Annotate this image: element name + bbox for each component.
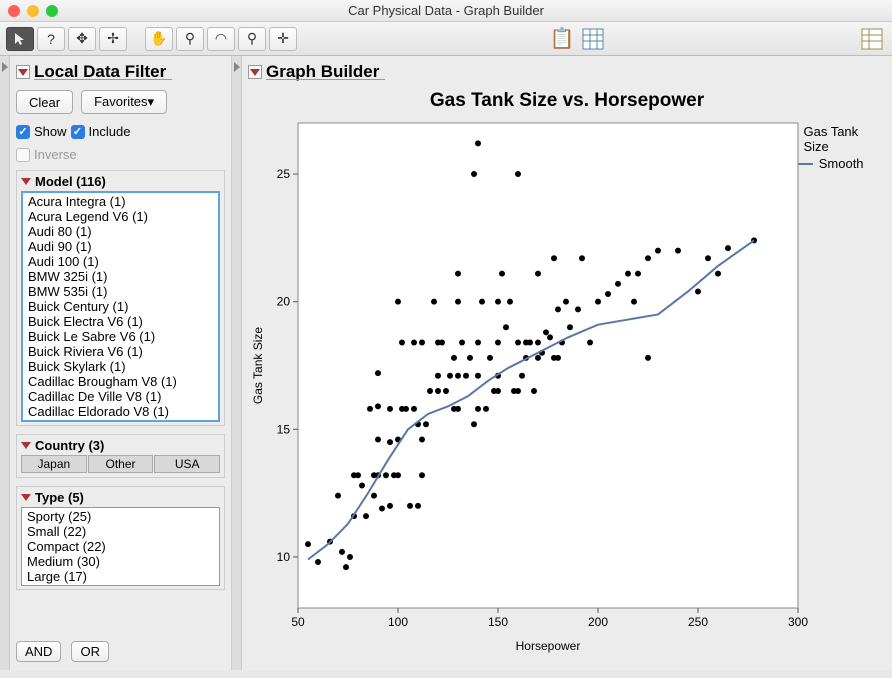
svg-text:250: 250 xyxy=(688,615,708,629)
plot-collapse-handle[interactable] xyxy=(232,56,242,670)
or-button[interactable]: OR xyxy=(71,641,109,662)
show-checkbox[interactable]: ✓ xyxy=(16,125,30,139)
list-item[interactable]: BMW 535i (1) xyxy=(26,284,215,299)
arrow-tool-icon[interactable] xyxy=(6,27,34,51)
traffic-lights xyxy=(8,5,58,17)
crosshair-tool-icon[interactable]: ✛ xyxy=(269,27,297,51)
svg-text:10: 10 xyxy=(277,550,291,564)
move-tool-icon[interactable]: ✢ xyxy=(99,27,127,51)
hand-tool-icon[interactable]: ✋ xyxy=(145,27,173,51)
type-filter-panel: Type (5) Sporty (25)Small (22)Compact (2… xyxy=(16,486,225,590)
type-list[interactable]: Sporty (25)Small (22)Compact (22)Medium … xyxy=(21,507,220,586)
list-item[interactable]: Medium (30) xyxy=(25,554,216,569)
chevron-right-icon xyxy=(234,62,240,72)
disclosure-icon xyxy=(250,69,260,76)
country-button[interactable]: USA xyxy=(154,455,220,473)
country-button[interactable]: Other xyxy=(88,455,154,473)
svg-text:Horsepower: Horsepower xyxy=(516,639,581,653)
svg-text:100: 100 xyxy=(388,615,408,629)
chart-area[interactable]: 50 100 150 200 250 300 10 15 20 25 Horsepower Gas T… xyxy=(248,118,886,666)
disclosure-icon xyxy=(18,69,28,76)
pan-tool-icon[interactable]: ✥ xyxy=(68,27,96,51)
disclosure-icon xyxy=(21,178,31,185)
country-filter-header[interactable]: Country (3) xyxy=(21,438,220,453)
list-item[interactable]: Buick Skylark (1) xyxy=(26,359,215,374)
list-item[interactable]: Acura Integra (1) xyxy=(26,194,215,209)
disclosure-icon xyxy=(21,494,31,501)
main-toolbar: ? ✥ ✢ ✋ ⚲ ◠ ⚲ ✛ 📋 xyxy=(0,22,892,56)
clear-button[interactable]: Clear xyxy=(16,90,73,114)
svg-text:Gas Tank Size: Gas Tank Size xyxy=(251,327,265,404)
svg-text:300: 300 xyxy=(788,615,808,629)
list-item[interactable]: Audi 100 (1) xyxy=(26,254,215,269)
list-item[interactable]: Cadillac Eldorado V8 (1) xyxy=(26,404,215,419)
data-table-icon[interactable] xyxy=(579,25,607,53)
country-filter-panel: Country (3) JapanOtherUSA xyxy=(16,434,225,478)
list-item[interactable]: BMW 325i (1) xyxy=(26,269,215,284)
brush-tool-icon[interactable]: ⚲ xyxy=(176,27,204,51)
list-item[interactable]: Sporty (25) xyxy=(25,509,216,524)
window-title: Car Physical Data - Graph Builder xyxy=(0,3,892,18)
sidebar-collapse-handle[interactable] xyxy=(0,56,10,670)
help-tool-icon[interactable]: ? xyxy=(37,27,65,51)
show-label: Show xyxy=(34,124,67,139)
svg-text:50: 50 xyxy=(291,615,305,629)
list-item[interactable]: Compact (22) xyxy=(25,539,216,554)
list-item[interactable]: Cadillac De Ville V8 (1) xyxy=(26,389,215,404)
list-item[interactable]: Buick Century (1) xyxy=(26,299,215,314)
table-right-icon[interactable] xyxy=(858,25,886,53)
inverse-label: Inverse xyxy=(34,147,77,162)
include-checkbox[interactable]: ✓ xyxy=(71,125,85,139)
favorites-button[interactable]: Favorites▾ xyxy=(81,90,167,114)
graph-builder-panel: Graph Builder Gas Tank Size vs. Horsepow… xyxy=(242,56,892,670)
local-data-filter-panel: Local Data Filter Clear Favorites▾ ✓ Sho… xyxy=(10,56,232,670)
list-item[interactable]: Buick Riviera V6 (1) xyxy=(26,344,215,359)
scatter-plot[interactable]: 50 100 150 200 250 300 10 15 20 25 Horsepower Gas T… xyxy=(248,118,808,678)
inverse-checkbox[interactable] xyxy=(16,148,30,162)
local-data-filter-header[interactable]: Local Data Filter xyxy=(16,62,225,82)
recall-icon[interactable]: 📋 xyxy=(548,25,576,53)
svg-text:200: 200 xyxy=(588,615,608,629)
window-titlebar: Car Physical Data - Graph Builder xyxy=(0,0,892,22)
list-item[interactable]: Large (17) xyxy=(25,569,216,584)
type-title: Type (5) xyxy=(35,490,84,505)
list-item[interactable]: Buick Electra V6 (1) xyxy=(26,314,215,329)
lasso-tool-icon[interactable]: ◠ xyxy=(207,27,235,51)
country-title: Country (3) xyxy=(35,438,104,453)
graph-builder-title: Graph Builder xyxy=(266,62,379,82)
svg-text:20: 20 xyxy=(277,295,291,309)
include-label: Include xyxy=(89,124,131,139)
list-item[interactable]: Audi 80 (1) xyxy=(26,224,215,239)
main-content: Local Data Filter Clear Favorites▾ ✓ Sho… xyxy=(0,56,892,670)
list-item[interactable]: Acura Legend V6 (1) xyxy=(26,209,215,224)
and-button[interactable]: AND xyxy=(16,641,61,662)
local-data-filter-title: Local Data Filter xyxy=(34,62,166,82)
chevron-right-icon xyxy=(2,62,8,72)
model-filter-panel: Model (116) Acura Integra (1)Acura Legen… xyxy=(16,170,225,426)
country-button[interactable]: Japan xyxy=(21,455,87,473)
close-window-icon[interactable] xyxy=(8,5,20,17)
list-item[interactable]: Small (22) xyxy=(25,524,216,539)
list-item[interactable]: Audi 90 (1) xyxy=(26,239,215,254)
list-item[interactable]: Cadillac Brougham V8 (1) xyxy=(26,374,215,389)
disclosure-icon xyxy=(21,442,31,449)
svg-text:25: 25 xyxy=(277,167,291,181)
zoom-window-icon[interactable] xyxy=(46,5,58,17)
list-item[interactable]: Buick Le Sabre V6 (1) xyxy=(26,329,215,344)
model-list[interactable]: Acura Integra (1)Acura Legend V6 (1)Audi… xyxy=(21,191,220,422)
type-filter-header[interactable]: Type (5) xyxy=(21,490,220,505)
model-filter-header[interactable]: Model (116) xyxy=(21,174,220,189)
svg-text:150: 150 xyxy=(488,615,508,629)
minimize-window-icon[interactable] xyxy=(27,5,39,17)
country-buttons: JapanOtherUSA xyxy=(21,455,220,473)
svg-text:15: 15 xyxy=(277,422,291,436)
graph-builder-header[interactable]: Graph Builder xyxy=(248,62,886,82)
model-title: Model (116) xyxy=(35,174,106,189)
zoom-tool-icon[interactable]: ⚲ xyxy=(238,27,266,51)
chart-title: Gas Tank Size vs. Horsepower xyxy=(248,90,886,112)
